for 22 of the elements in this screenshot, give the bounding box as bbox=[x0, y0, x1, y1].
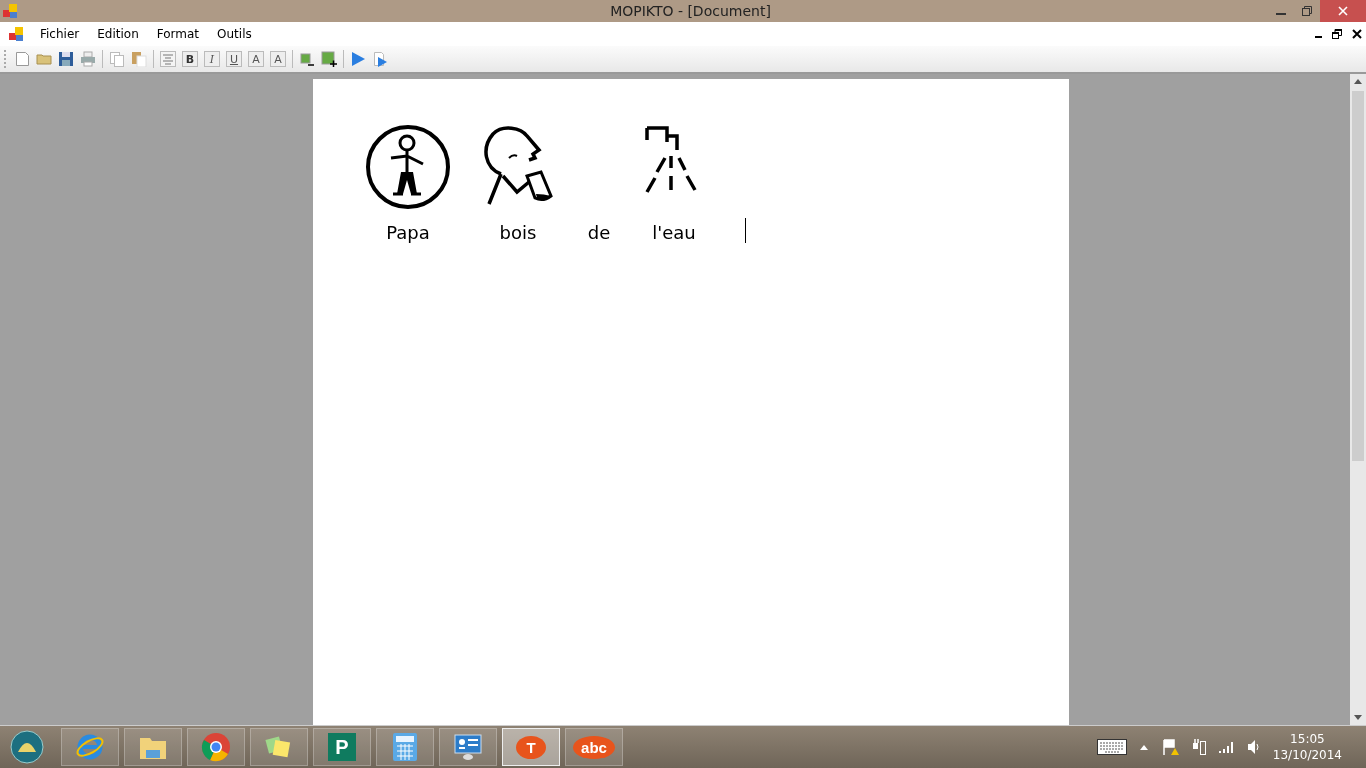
publisher-app-icon: P bbox=[328, 733, 356, 761]
menu-item[interactable]: Format bbox=[147, 25, 209, 43]
speech-bubble-icon: abc bbox=[573, 735, 615, 759]
clock-time[interactable]: 15:05 bbox=[1290, 731, 1325, 747]
menu-item[interactable]: Edition bbox=[88, 25, 148, 43]
word-label: bois bbox=[499, 222, 537, 243]
menu-item[interactable]: Outils bbox=[208, 25, 261, 43]
clock-date[interactable]: 13/10/2014 bbox=[1272, 747, 1342, 763]
window-title: MOPIKTO - [Document] bbox=[609, 3, 772, 19]
format-button[interactable]: U bbox=[226, 51, 242, 67]
taskbar-button[interactable]: T bbox=[502, 728, 560, 766]
format-button[interactable]: A bbox=[248, 51, 264, 67]
menu-item[interactable]: Fichier bbox=[31, 25, 89, 43]
format-button[interactable]: I bbox=[204, 51, 220, 67]
taskbar-button[interactable]: P bbox=[313, 728, 371, 766]
word-label: l'eau bbox=[652, 222, 696, 243]
word-label: Papa bbox=[386, 222, 430, 243]
format-button[interactable]: A bbox=[270, 51, 286, 67]
speech-bubble-icon: T bbox=[516, 735, 546, 759]
word-label: de bbox=[587, 222, 611, 243]
format-button[interactable]: B bbox=[182, 51, 198, 67]
taskbar-button[interactable]: abc bbox=[565, 728, 623, 766]
